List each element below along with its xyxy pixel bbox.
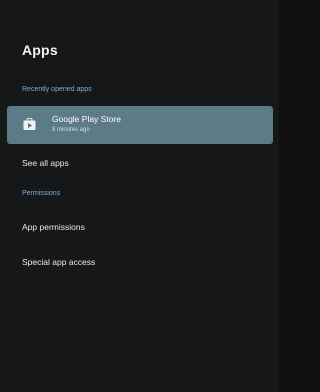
see-all-apps-item[interactable]: See all apps bbox=[22, 158, 69, 168]
app-name: Google Play Store bbox=[52, 114, 121, 124]
special-app-access-item[interactable]: Special app access bbox=[22, 257, 95, 267]
recently-opened-header: Recently opened apps bbox=[22, 86, 92, 93]
permissions-header: Permissions bbox=[22, 190, 61, 197]
app-permissions-item[interactable]: App permissions bbox=[22, 222, 85, 232]
recent-app-google-play-store[interactable]: Google Play Store 8 minutes ago bbox=[7, 106, 273, 144]
page-title: Apps bbox=[22, 42, 58, 58]
app-last-opened-time: 8 minutes ago bbox=[52, 127, 90, 133]
apps-settings-panel: Apps Recently opened apps Google Play St… bbox=[0, 0, 279, 392]
play-store-icon bbox=[23, 118, 36, 130]
